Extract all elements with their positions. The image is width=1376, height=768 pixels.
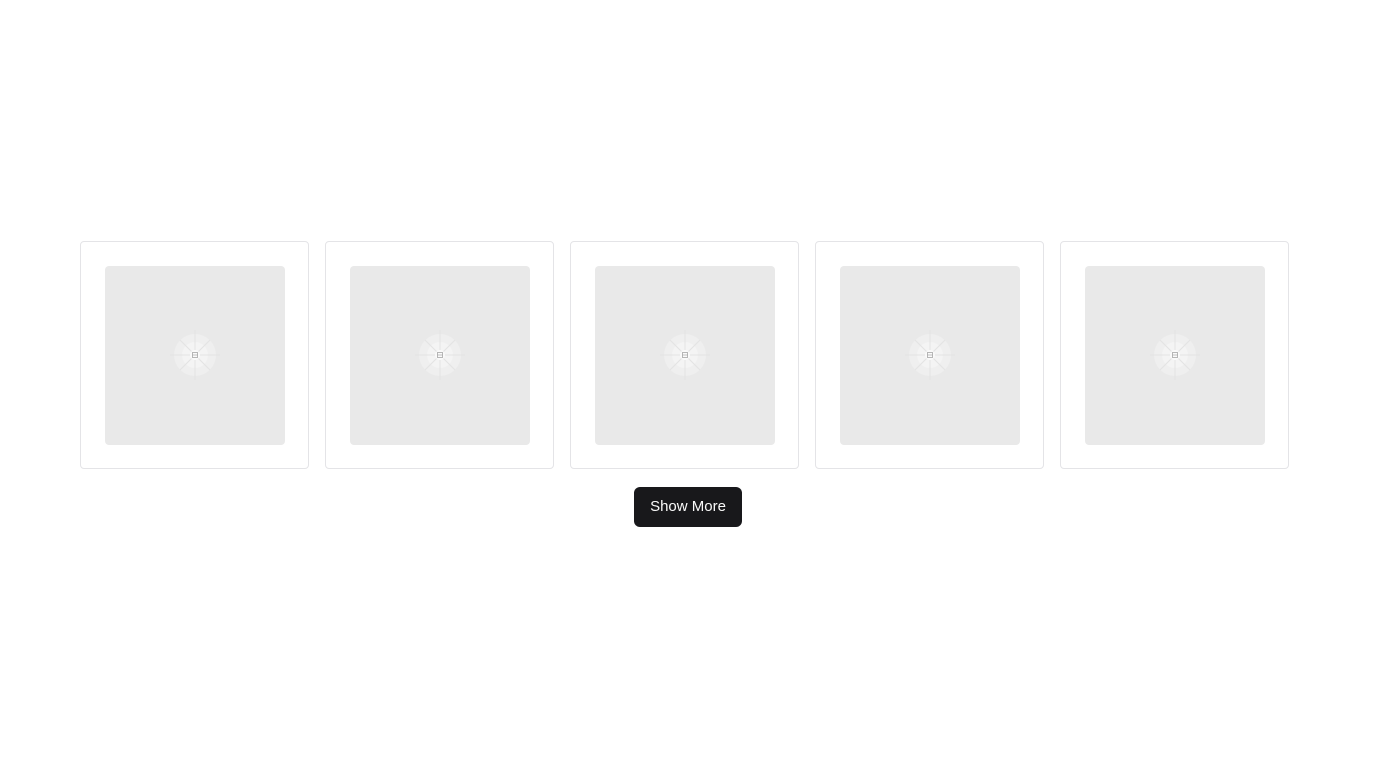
- show-more-button[interactable]: Show More: [634, 487, 742, 527]
- page: Show More: [0, 0, 1376, 768]
- gallery-card[interactable]: [325, 241, 554, 469]
- image-placeholder-icon: [1149, 330, 1200, 380]
- card-image-placeholder: [839, 265, 1020, 445]
- image-placeholder-icon: [659, 330, 710, 380]
- image-placeholder-icon: [169, 330, 220, 380]
- card-image-placeholder: [594, 265, 775, 445]
- gallery-card[interactable]: [80, 241, 309, 469]
- card-image-placeholder: [349, 265, 530, 445]
- gallery-card[interactable]: [1060, 241, 1289, 469]
- card-grid: [80, 241, 1289, 469]
- gallery-card[interactable]: [815, 241, 1044, 469]
- gallery-card[interactable]: [570, 241, 799, 469]
- card-image-placeholder: [104, 265, 285, 445]
- image-placeholder-icon: [904, 330, 955, 380]
- image-placeholder-icon: [414, 330, 465, 380]
- card-image-placeholder: [1084, 265, 1265, 445]
